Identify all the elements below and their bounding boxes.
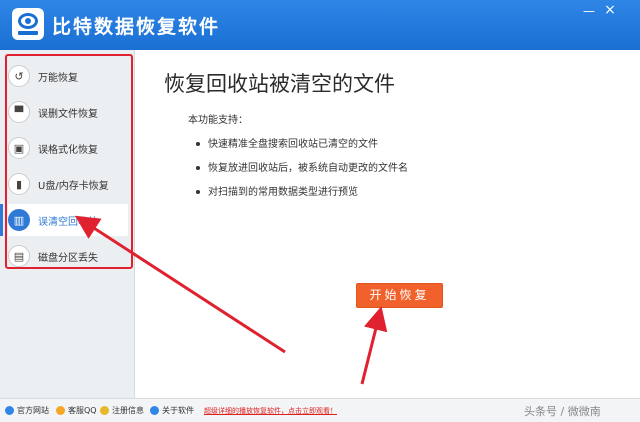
app-logo-icon (12, 8, 44, 40)
footer-link-register[interactable]: 注册信息 (100, 405, 144, 416)
bullet-icon (196, 166, 200, 170)
footer-link-qq[interactable]: 客服QQ (56, 405, 97, 416)
bullet-icon (196, 142, 200, 146)
watermark: 头条号 / 微微南 (524, 405, 601, 418)
start-recovery-button[interactable]: 开始恢复 (356, 283, 443, 308)
minimize-icon[interactable]: — (581, 4, 597, 18)
annotation-arrow-button (360, 306, 388, 385)
annotation-highlight-box (5, 54, 133, 269)
qq-icon (56, 406, 65, 415)
feature-item: 恢复放进回收站后，被系统自动更改的文件名 (196, 159, 408, 174)
footer-notice-link[interactable]: 超级详细的播放恢复软件，点击立即观看！ (204, 406, 337, 416)
key-icon (100, 406, 109, 415)
app-title: 比特数据恢复软件 (52, 16, 221, 38)
bullet-icon (196, 190, 200, 194)
feature-intro: 本功能支持： (188, 115, 248, 126)
page-title: 恢复回收站被清空的文件 (164, 72, 395, 96)
close-icon[interactable]: × (602, 2, 618, 18)
globe-icon (5, 406, 14, 415)
feature-item: 对扫描到的常用数据类型进行预览 (196, 183, 358, 198)
title-bar: 比特数据恢复软件 — × (0, 0, 640, 50)
footer-bar: 官方网站 客服QQ 注册信息 关于软件 超级详细的播放恢复软件，点击立即观看！ … (0, 398, 640, 422)
info-icon (150, 406, 159, 415)
footer-link-website[interactable]: 官方网站 (5, 405, 49, 416)
feature-item: 快速精准全盘搜索回收站已清空的文件 (196, 135, 378, 150)
footer-link-about[interactable]: 关于软件 (150, 405, 194, 416)
